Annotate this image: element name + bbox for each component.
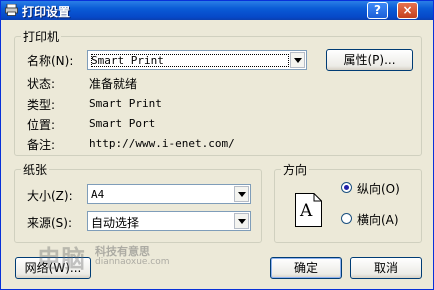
help-button[interactable]: ? — [367, 2, 388, 19]
printer-name-label: 名称(N): — [27, 54, 74, 68]
title-bar[interactable]: 打印设置 ? × — [1, 1, 433, 20]
window-title: 打印设置 — [22, 5, 71, 19]
page-letter: A — [300, 201, 313, 221]
status-label: 状态: — [27, 77, 56, 91]
paper-source-label: 来源(S): — [27, 216, 73, 230]
paper-size-select[interactable]: A4 — [87, 184, 251, 204]
properties-button[interactable]: 属性(P)... — [326, 49, 413, 71]
comment-value: http://www.i-enet.com/ — [89, 137, 235, 150]
printer-icon — [5, 4, 18, 16]
portrait-radio[interactable] — [341, 182, 352, 193]
paper-size-label: 大小(Z): — [27, 189, 73, 203]
landscape-radio[interactable] — [341, 213, 352, 224]
watermark-url: diannaoxue.com — [95, 257, 170, 267]
print-setup-dialog: 打印设置 ? × 打印机 名称(N): Smart Print 属性(P)...… — [0, 0, 434, 290]
cancel-button[interactable]: 取消 — [350, 257, 422, 279]
paper-size-value: A4 — [91, 188, 105, 201]
chevron-down-icon[interactable] — [234, 213, 249, 229]
paper-source-value: 自动选择 — [91, 216, 140, 230]
paper-source-select[interactable]: 自动选择 — [87, 211, 251, 231]
printer-name-value: Smart Print — [91, 54, 289, 67]
paper-group: 纸张 — [14, 161, 262, 243]
chevron-down-icon[interactable] — [290, 52, 305, 68]
landscape-label[interactable]: 横向(A) — [357, 211, 399, 228]
paper-group-legend: 纸张 — [21, 161, 50, 178]
close-button[interactable]: × — [397, 2, 418, 19]
type-value: Smart Print — [89, 97, 162, 110]
portrait-label[interactable]: 纵向(O) — [357, 180, 400, 197]
comment-label: 备注: — [27, 138, 56, 152]
type-label: 类型: — [27, 98, 56, 112]
status-value: 准备就绪 — [89, 77, 138, 91]
printer-group-legend: 打印机 — [21, 28, 62, 45]
orientation-group-legend: 方向 — [281, 161, 310, 178]
printer-name-select[interactable]: Smart Print — [87, 50, 307, 70]
watermark-logo: 电脑 — [37, 245, 85, 273]
where-value: Smart Port — [89, 117, 156, 130]
radio-selected-dot — [344, 185, 349, 190]
chevron-down-icon[interactable] — [234, 186, 249, 202]
where-label: 位置: — [27, 118, 56, 132]
ok-button[interactable]: 确定 — [270, 257, 342, 279]
